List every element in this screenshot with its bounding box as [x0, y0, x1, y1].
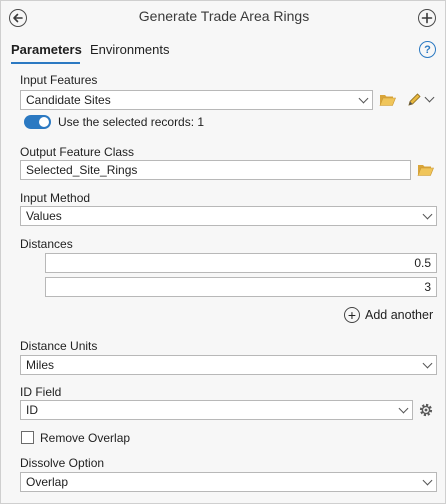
id-field-label: ID Field [20, 385, 62, 399]
tab-parameters[interactable]: Parameters [11, 42, 82, 57]
toggle-knob [39, 117, 49, 127]
distance-value-input[interactable]: 0.5 [45, 253, 437, 273]
input-method-dropdown[interactable]: Values [20, 206, 437, 226]
input-features-label: Input Features [20, 73, 98, 87]
output-feature-class-value: Selected_Site_Rings [26, 163, 138, 177]
output-feature-class-input[interactable]: Selected_Site_Rings [20, 160, 411, 180]
input-method-value: Values [26, 209, 62, 223]
tool-title: Generate Trade Area Rings [138, 8, 310, 24]
remove-overlap-checkbox[interactable] [21, 431, 34, 444]
chevron-down-icon [422, 358, 433, 368]
distance-value: 0.5 [414, 256, 431, 270]
add-another-label: Add another [365, 308, 434, 322]
input-method-label: Input Method [20, 191, 91, 205]
help-icon[interactable]: ? [419, 41, 436, 58]
use-selected-toggle[interactable] [24, 115, 51, 129]
plus-circle-icon [421, 12, 433, 24]
gear-icon[interactable] [418, 402, 434, 418]
chevron-down-icon [358, 93, 369, 103]
distance-units-label: Distance Units [20, 339, 98, 353]
output-feature-class-label: Output Feature Class [20, 145, 135, 159]
pencil-dropdown-chevron-icon[interactable] [424, 92, 435, 103]
chevron-down-icon [398, 403, 409, 413]
add-button[interactable] [418, 9, 436, 27]
folder-open-icon[interactable] [379, 93, 396, 107]
input-features-dropdown[interactable]: Candidate Sites [20, 90, 373, 110]
chevron-down-icon [422, 475, 433, 485]
add-another-button[interactable]: + Add another [344, 307, 433, 323]
chevron-down-icon [422, 209, 433, 219]
use-selected-label: Use the selected records: 1 [58, 115, 205, 129]
remove-overlap-label: Remove Overlap [40, 431, 131, 445]
distance-value-input[interactable]: 3 [45, 277, 437, 297]
plus-circle-icon: + [344, 307, 360, 323]
id-field-dropdown[interactable]: ID [20, 400, 413, 420]
id-field-value: ID [26, 403, 38, 417]
input-features-value: Candidate Sites [26, 93, 111, 107]
distance-units-value: Miles [26, 358, 55, 372]
dissolve-option-label: Dissolve Option [20, 456, 105, 470]
folder-open-icon[interactable] [417, 163, 434, 177]
distance-units-dropdown[interactable]: Miles [20, 355, 437, 375]
geoprocessing-pane: Generate Trade Area Rings Parameters Env… [0, 0, 446, 504]
pencil-icon[interactable] [406, 92, 422, 108]
distances-label: Distances [20, 237, 73, 251]
distance-value: 3 [424, 280, 431, 294]
active-tab-indicator [11, 62, 80, 64]
dissolve-option-value: Overlap [26, 475, 69, 489]
tab-environments[interactable]: Environments [90, 42, 169, 57]
dissolve-option-dropdown[interactable]: Overlap [20, 472, 437, 492]
